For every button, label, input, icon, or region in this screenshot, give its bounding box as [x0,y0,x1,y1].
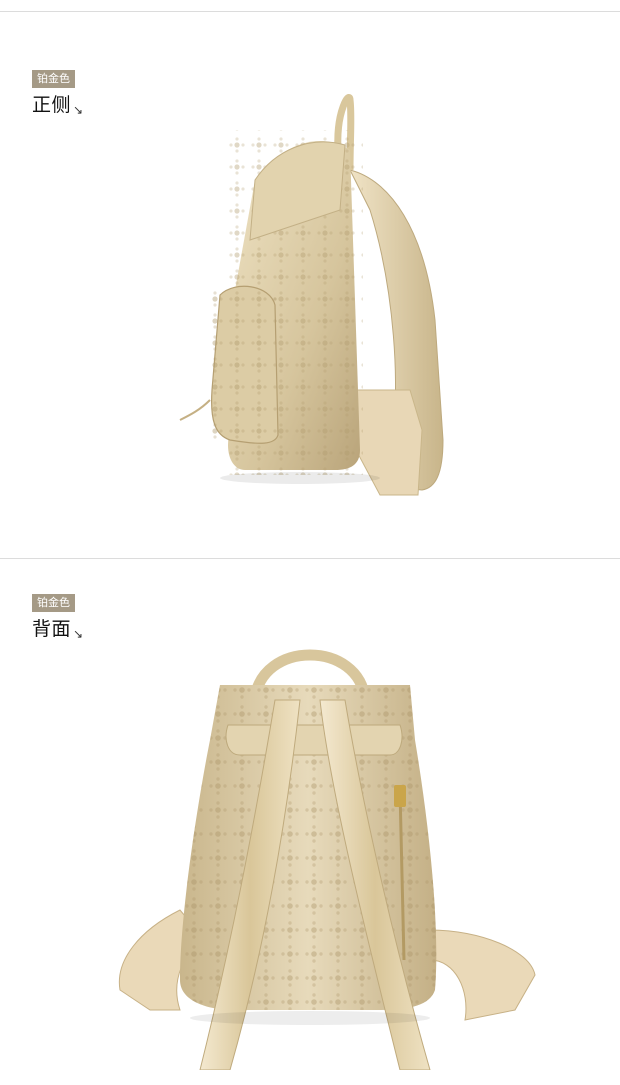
backpack-back-photo [118,649,536,1070]
back-view-section: 铂金色 背面 ↘ [0,560,620,1085]
view-title: 正侧 ↘ [32,90,84,117]
corner-arrow-icon: ↘ [73,103,84,117]
view-title-text: 背面 [32,618,72,640]
view-title-text: 正侧 [32,94,72,116]
color-tag: 铂金色 [32,70,75,88]
backpack-side-photo [179,94,444,496]
view-title: 背面 ↘ [32,614,84,641]
side-view-section: 铂金色 正侧 ↘ [0,0,620,560]
middle-divider [0,558,620,559]
color-tag: 铂金色 [32,594,75,612]
corner-arrow-icon: ↘ [73,627,84,641]
